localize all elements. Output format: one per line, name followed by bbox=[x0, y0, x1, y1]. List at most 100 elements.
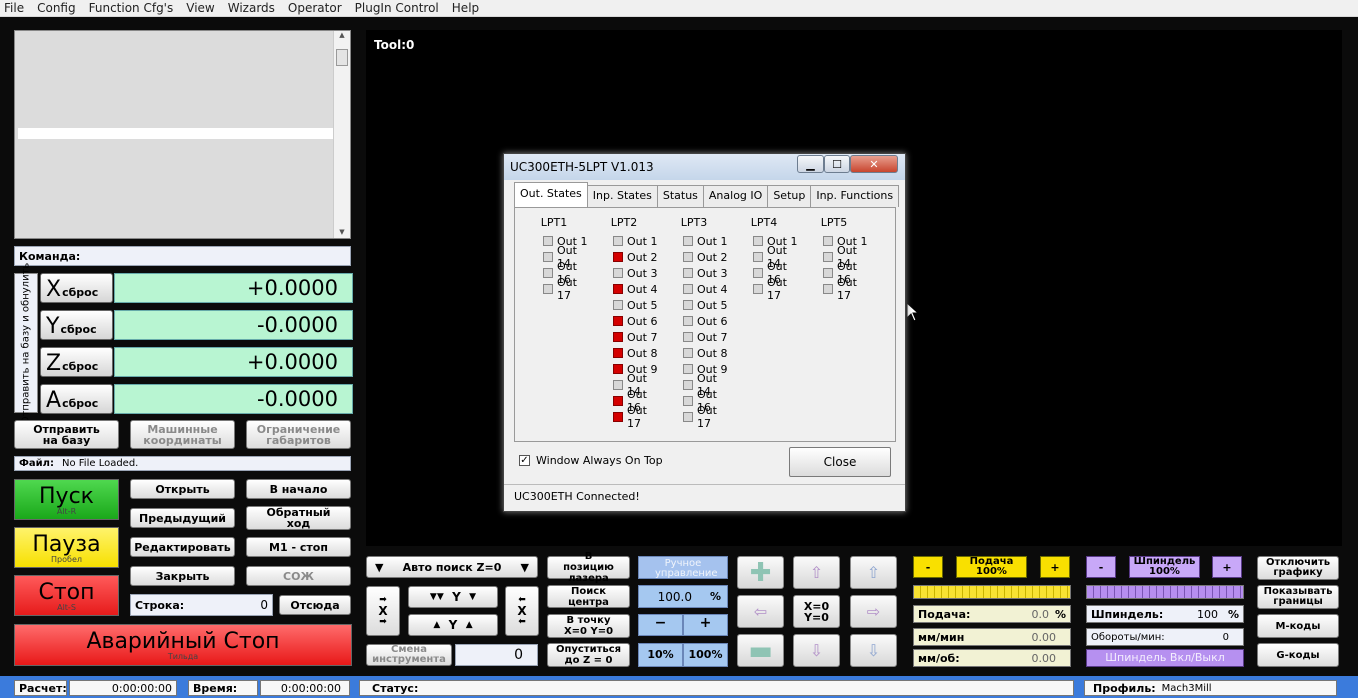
maximize-icon[interactable]: ☐ bbox=[824, 155, 850, 173]
feed-plus-button[interactable]: + bbox=[1040, 556, 1070, 578]
scroll-down-icon[interactable]: ▼ bbox=[334, 228, 350, 236]
dialog-tab[interactable]: Out. States bbox=[514, 182, 588, 207]
manual-mode-button[interactable]: Ручное управление bbox=[638, 556, 728, 579]
dialog-tab[interactable]: Analog IO bbox=[702, 185, 769, 207]
checkbox-checked-icon[interactable]: ✓ bbox=[519, 455, 530, 466]
jog-minus-button[interactable]: − bbox=[638, 614, 683, 636]
show-limits-button[interactable]: Показывать границы bbox=[1257, 585, 1339, 609]
menu-item[interactable]: PlugIn Control bbox=[355, 1, 439, 15]
jog-z-up-icon[interactable]: ⇧ bbox=[850, 556, 897, 589]
close-file-button[interactable]: Закрыть bbox=[130, 566, 235, 586]
scroll-thumb[interactable] bbox=[336, 49, 348, 66]
laser-position-button[interactable]: В позицию лазера bbox=[547, 551, 630, 584]
output-row: Out 4 bbox=[659, 281, 729, 297]
tool-number-field[interactable]: 0 bbox=[455, 644, 538, 666]
xy-zero-button[interactable]: X=0 Y=0 bbox=[793, 595, 840, 628]
dialog-tab[interactable]: Inp. States bbox=[586, 185, 658, 207]
output-row: Out 17 bbox=[729, 276, 799, 302]
jog-y-minus-button[interactable]: ▼▼ Y ▼ bbox=[408, 586, 498, 608]
always-on-top-checkbox[interactable]: ✓ Window Always On Top bbox=[519, 454, 663, 467]
command-field[interactable]: Команда: bbox=[14, 246, 351, 266]
output-led-icon bbox=[543, 236, 553, 246]
gcode-scrollbar[interactable]: ▲ ▼ bbox=[333, 31, 350, 238]
dro-y[interactable]: -0.0000 bbox=[114, 310, 353, 340]
run-from-here-button[interactable]: Отсюда bbox=[279, 595, 351, 615]
graphics-off-button[interactable]: Отключить графику bbox=[1257, 556, 1339, 580]
dro-a[interactable]: -0.0000 bbox=[114, 384, 353, 414]
dialog-tab[interactable]: Setup bbox=[767, 185, 812, 207]
arrow-left-icon: ⬅ bbox=[518, 616, 526, 627]
output-led-icon bbox=[683, 236, 693, 246]
jog-plus-icon[interactable]: ✚ bbox=[737, 556, 784, 589]
spindle-speed-field[interactable]: Шпиндель: 100% bbox=[1086, 605, 1244, 623]
jog-plus-button[interactable]: + bbox=[683, 614, 728, 636]
spindle-plus-button[interactable]: + bbox=[1212, 556, 1242, 578]
jog-x-minus-button[interactable]: ⬅ X ⬅ bbox=[505, 586, 539, 636]
axis-reset-button-x[interactable]: Xсброс bbox=[40, 273, 113, 303]
arrow-up-icon: ▲ bbox=[433, 619, 441, 630]
menu-item[interactable]: Wizards bbox=[228, 1, 275, 15]
axis-reset-button-a[interactable]: Aсброс bbox=[40, 384, 113, 414]
jog-y-up-icon[interactable]: ⇧ bbox=[793, 556, 840, 589]
spindle-toggle-button[interactable]: Шпиндель Вкл/Выкл bbox=[1086, 649, 1244, 667]
port-header: LPT1 bbox=[540, 216, 568, 229]
menu-item[interactable]: Help bbox=[452, 1, 479, 15]
jog-x-left-icon[interactable]: ⇦ bbox=[737, 595, 784, 628]
jog-y-down-icon[interactable]: ⇩ bbox=[793, 634, 840, 667]
dro-x[interactable]: +0.0000 bbox=[114, 273, 353, 303]
jog-minus-icon[interactable]: ▬ bbox=[737, 634, 784, 667]
dro-z[interactable]: +0.0000 bbox=[114, 347, 353, 377]
line-field[interactable]: Строка: 0 bbox=[130, 594, 273, 616]
jog-z-down-icon[interactable]: ⇩ bbox=[850, 634, 897, 667]
jog-y-plus-button[interactable]: ▲ Y ▲ bbox=[408, 614, 498, 636]
output-label: Out 7 bbox=[627, 330, 658, 344]
close-icon[interactable]: ✕ bbox=[850, 155, 898, 173]
menu-item[interactable]: View bbox=[186, 1, 214, 15]
jog-10-button[interactable]: 10% bbox=[638, 643, 683, 667]
rewind-button[interactable]: В начало bbox=[246, 479, 351, 499]
output-led-icon bbox=[753, 236, 763, 246]
dialog-tab[interactable]: Inp. Functions bbox=[810, 185, 900, 207]
machine-coords-button[interactable]: Машинные координаты bbox=[130, 420, 235, 449]
output-led-icon bbox=[753, 284, 763, 294]
jog-percent-field[interactable]: 100.0% bbox=[638, 585, 728, 608]
pause-button[interactable]: Пауза Пробел bbox=[14, 527, 119, 568]
jog-x-plus-button[interactable]: ➡ X ➡ bbox=[366, 586, 400, 636]
jog-x-right-icon[interactable]: ⇨ bbox=[850, 595, 897, 628]
gcodes-button[interactable]: G-коды bbox=[1257, 643, 1339, 667]
mcodes-button[interactable]: M-коды bbox=[1257, 614, 1339, 638]
axis-reset-button-z[interactable]: Zсброс bbox=[40, 347, 113, 377]
tool-change-button[interactable]: Смена инструмента bbox=[366, 644, 452, 666]
feed-minus-button[interactable]: - bbox=[913, 556, 943, 578]
edit-gcode-button[interactable]: Редактировать bbox=[130, 537, 235, 557]
menu-item[interactable]: Operator bbox=[288, 1, 342, 15]
prev-button[interactable]: Предыдущий bbox=[130, 508, 235, 528]
soft-limits-button[interactable]: Ограничение габаритов bbox=[246, 420, 351, 449]
cycle-start-button[interactable]: Пуск Alt-R bbox=[14, 479, 119, 520]
lower-z-button[interactable]: Опуститься до Z = 0 bbox=[547, 643, 630, 667]
ref-home-button[interactable]: Отправить на базу bbox=[14, 420, 119, 449]
arrow-down-icon: ▼ bbox=[520, 560, 529, 574]
goto-zero-button[interactable]: В точку X=0 Y=0 bbox=[547, 614, 630, 638]
find-center-button[interactable]: Поиск центра bbox=[547, 585, 630, 608]
menu-item[interactable]: Config bbox=[37, 1, 76, 15]
dialog-close-button[interactable]: Close bbox=[789, 447, 891, 477]
minimize-icon[interactable]: ▁ bbox=[797, 155, 824, 173]
always-on-top-label: Window Always On Top bbox=[536, 454, 663, 467]
emergency-stop-button[interactable]: Аварийный Стоп Тильда bbox=[14, 624, 352, 666]
feed-rate-field[interactable]: Подача: 0.0% bbox=[913, 605, 1071, 623]
jog-100-button[interactable]: 100% bbox=[683, 643, 728, 667]
open-file-button[interactable]: Открыть bbox=[130, 479, 235, 499]
spindle-minus-button[interactable]: - bbox=[1086, 556, 1116, 578]
scroll-up-icon[interactable]: ▲ bbox=[334, 31, 350, 39]
dialog-tab[interactable]: Status bbox=[656, 185, 704, 207]
gcode-list[interactable]: ▲ ▼ bbox=[14, 30, 351, 239]
menu-item[interactable]: File bbox=[4, 1, 24, 15]
coolant-button[interactable]: СОЖ bbox=[246, 566, 351, 586]
axis-reset-button-y[interactable]: Yсброс bbox=[40, 310, 113, 340]
auto-z-button[interactable]: ▼ Авто поиск Z=0 ▼ bbox=[366, 556, 538, 578]
stop-button[interactable]: Стоп Alt-S bbox=[14, 575, 119, 616]
m1-stop-button[interactable]: M1 - стоп bbox=[246, 537, 351, 557]
menu-item[interactable]: Function Cfg's bbox=[89, 1, 174, 15]
reverse-run-button[interactable]: Обратный ход bbox=[246, 506, 351, 530]
